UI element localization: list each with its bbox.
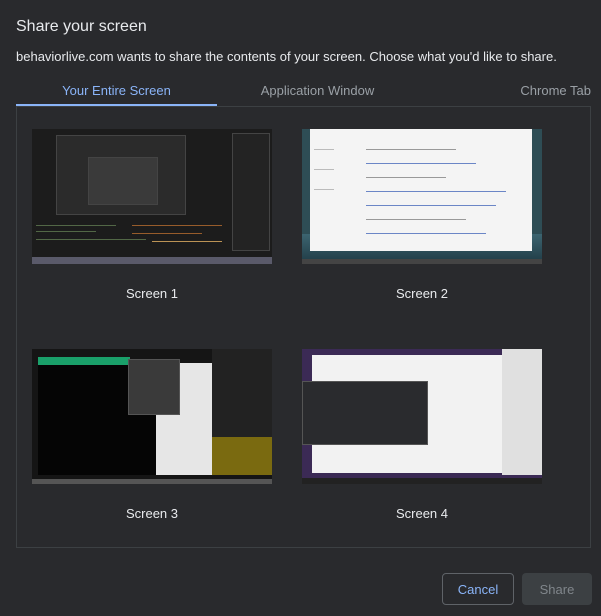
screen-option-1[interactable]: Screen 1: [32, 129, 272, 301]
screen-option-4[interactable]: Screen 4: [302, 349, 542, 521]
screen-2-label: Screen 2: [395, 286, 449, 301]
screen-option-2[interactable]: Screen 2: [302, 129, 542, 301]
source-tabs: Your Entire Screen Application Window Ch…: [16, 78, 591, 106]
dialog-title: Share your screen: [16, 18, 147, 35]
dialog-buttons: Cancel Share: [442, 573, 592, 605]
screen-4-thumbnail[interactable]: [302, 349, 542, 484]
dialog-subtitle: behaviorlive.com wants to share the cont…: [16, 49, 557, 64]
tab-application-window[interactable]: Application Window: [217, 78, 418, 106]
tab-entire-screen[interactable]: Your Entire Screen: [16, 78, 217, 106]
screen-3-label: Screen 3: [125, 506, 179, 521]
screen-4-label: Screen 4: [395, 506, 449, 521]
screens-panel: Screen 1 Screen 2 Screen 3 Screen 4: [16, 107, 591, 548]
screen-2-thumbnail[interactable]: [302, 129, 542, 264]
screen-option-3[interactable]: Screen 3: [32, 349, 272, 521]
share-button[interactable]: Share: [522, 573, 592, 605]
tab-chrome-tab[interactable]: Chrome Tab: [418, 78, 591, 106]
screen-1-label: Screen 1: [125, 286, 179, 301]
screen-3-thumbnail[interactable]: [32, 349, 272, 484]
cancel-button[interactable]: Cancel: [442, 573, 514, 605]
screen-1-thumbnail[interactable]: [32, 129, 272, 264]
